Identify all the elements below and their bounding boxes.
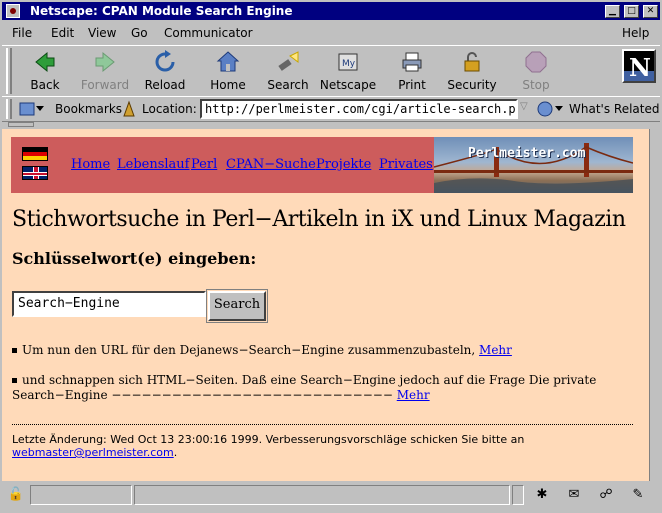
stop-icon (525, 51, 547, 73)
bookmarks-label[interactable]: Bookmarks (55, 102, 122, 116)
page-proxy-icon[interactable] (121, 100, 137, 118)
content-viewport: Home Lebenslauf Perl CPAN−Suche Projekte… (2, 129, 649, 481)
security-label: Security (447, 78, 497, 92)
forward-label: Forward (80, 78, 130, 92)
home-button[interactable]: Home (198, 50, 258, 94)
discussion-icon[interactable]: ☍ (596, 487, 616, 505)
result-2-text-line2: Search−Engine −−−−−−−−−−−−−−−−−−−−−−−−−−… (12, 388, 393, 402)
location-grip[interactable] (6, 99, 12, 119)
nav-privates-link[interactable]: Privates (379, 157, 433, 172)
window-title: Netscape: CPAN Module Search Engine (30, 4, 293, 18)
keyword-search-input[interactable]: Search−Engine (12, 291, 206, 317)
last-modified-text: Letzte Änderung: Wed Oct 13 23:00:16 199… (12, 433, 525, 446)
menu-go[interactable]: Go (131, 26, 148, 40)
menu-communicator[interactable]: Communicator (164, 26, 253, 40)
stop-button[interactable]: Stop (506, 50, 566, 94)
status-bar: 🔓 ✱ ✉ ☍ ✎ (2, 483, 660, 509)
whats-related-icon[interactable] (536, 100, 564, 118)
mail-icon[interactable]: ✉ (564, 487, 584, 505)
search-button[interactable]: Search (258, 50, 318, 94)
search-submit-button[interactable]: Search (206, 289, 268, 323)
result-1-text: Um nun den URL für den Dejanews−Search−E… (22, 343, 476, 357)
reload-label: Reload (144, 78, 186, 92)
nav-perl-link[interactable]: Perl (191, 157, 217, 172)
reload-icon (155, 50, 175, 72)
collapsed-toolbar-tab[interactable] (8, 122, 34, 127)
result-2-text-line1: und schnappen sich HTML−Seiten. Daß eine… (22, 373, 597, 387)
menu-view[interactable]: View (88, 26, 116, 40)
print-button[interactable]: Print (382, 50, 442, 94)
nav-home-link[interactable]: Home (71, 157, 110, 172)
status-message (134, 485, 510, 505)
uk-flag-icon[interactable] (22, 166, 48, 180)
site-banner-image: Perlmeister.com (434, 137, 633, 193)
progress-meter (30, 485, 132, 505)
home-label: Home (210, 78, 246, 92)
navigator-icon[interactable]: ✱ (532, 487, 552, 505)
menu-help[interactable]: Help (622, 26, 649, 40)
nav-lebenslauf-link[interactable]: Lebenslauf (117, 157, 189, 172)
close-button[interactable]: ✕ (643, 5, 658, 18)
result-2-more-link[interactable]: Mehr (397, 388, 430, 402)
banner-text: Perlmeister.com (468, 146, 586, 161)
search-flashlight-icon (278, 51, 299, 71)
back-label: Back (30, 78, 60, 92)
svg-text:My: My (342, 59, 356, 69)
navigation-toolbar: Back Forward Reload Home Search My Netsc… (2, 45, 660, 97)
netscape-logo[interactable]: N (622, 49, 656, 83)
bullet-icon (12, 378, 17, 383)
result-item-1: Um nun den URL für den Dejanews−Search−E… (12, 343, 642, 358)
netscape-label: Netscape (319, 78, 377, 92)
result-1-more-link[interactable]: Mehr (479, 343, 512, 357)
minimize-button[interactable]: ▁ (605, 5, 620, 18)
bookmarks-icon[interactable] (18, 100, 46, 118)
reload-button[interactable]: Reload (135, 50, 195, 94)
menu-file[interactable]: File (12, 26, 32, 40)
search-label: Search (267, 78, 309, 92)
whats-related-label[interactable]: What's Related (569, 102, 659, 116)
collapsed-toolbar-strip (2, 121, 660, 129)
location-input[interactable]: http://perlmeister.com/cgi/article-searc… (200, 99, 518, 119)
site-nav-bar: Home Lebenslauf Perl CPAN−Suche Projekte… (11, 137, 633, 193)
forward-arrow-icon (95, 51, 115, 73)
title-bar: Netscape: CPAN Module Search Engine ▁ □ … (0, 0, 662, 22)
stop-label: Stop (522, 78, 550, 92)
footer-period: . (173, 446, 178, 459)
nav-cpan-suche-link[interactable]: CPAN−Suche (226, 157, 316, 172)
location-toolbar: Bookmarks Location: http://perlmeister.c… (2, 96, 660, 122)
result-item-2: und schnappen sich HTML−Seiten. Daß eine… (12, 373, 642, 403)
maximize-button[interactable]: □ (624, 5, 639, 18)
netscape-button[interactable]: My Netscape (318, 50, 378, 94)
footer-divider (12, 424, 633, 425)
netscape-n-icon: N (629, 53, 651, 82)
padlock-icon (464, 52, 480, 72)
security-lock-icon[interactable]: 🔓 (6, 487, 26, 505)
location-dropdown-icon[interactable]: ▽ (520, 101, 532, 117)
bullet-icon (12, 348, 17, 353)
toolbar-grip[interactable] (6, 48, 12, 94)
page-heading: Stichwortsuche in Perl−Artikeln in iX un… (12, 207, 626, 232)
menu-edit[interactable]: Edit (51, 26, 74, 40)
print-label: Print (398, 78, 426, 92)
back-arrow-icon (35, 51, 55, 73)
status-divider (512, 485, 524, 505)
nav-projekte-link[interactable]: Projekte (316, 157, 371, 172)
keyword-prompt: Schlüsselwort(e) eingeben: (12, 249, 257, 268)
page-footer: Letzte Änderung: Wed Oct 13 23:00:16 199… (12, 433, 642, 459)
back-button[interactable]: Back (15, 50, 75, 94)
forward-button[interactable]: Forward (75, 50, 135, 94)
window-menu-icon[interactable] (6, 4, 20, 18)
webmaster-email-link[interactable]: webmaster@perlmeister.com (12, 446, 174, 459)
location-label: Location: (142, 102, 197, 116)
security-button[interactable]: Security (442, 50, 502, 94)
composer-icon[interactable]: ✎ (628, 487, 648, 505)
menu-bar: File Edit View Go Communicator Help (2, 22, 660, 44)
netscape-icon: My (338, 53, 358, 71)
printer-icon (402, 52, 422, 72)
vertical-scrollbar[interactable] (649, 129, 661, 481)
german-flag-icon[interactable] (22, 147, 48, 161)
home-icon (216, 51, 240, 72)
